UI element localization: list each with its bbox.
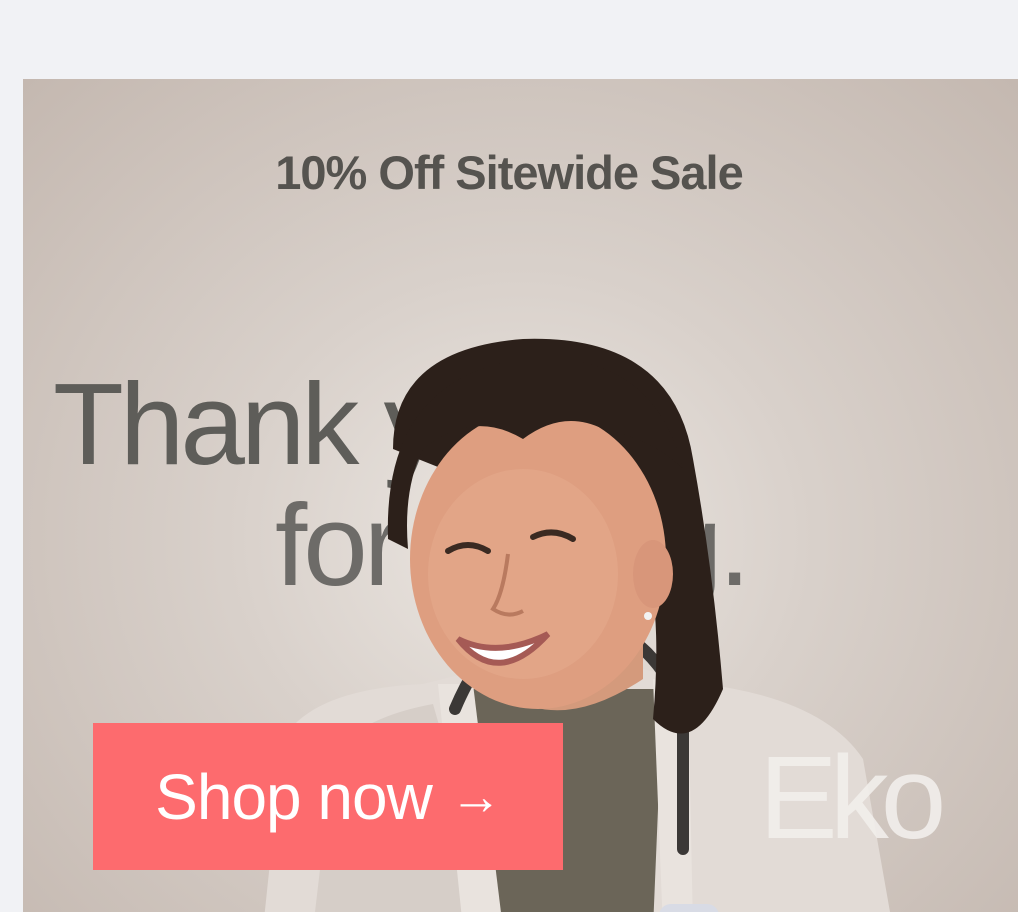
shop-now-label: Shop now xyxy=(155,760,433,833)
page: 10% Off Sitewide Sale Thank you for cari… xyxy=(0,0,1018,912)
shop-now-button[interactable]: Shop now → xyxy=(93,723,563,870)
sale-text: 10% Off Sitewide Sale xyxy=(275,146,743,199)
arrow-right-icon: → xyxy=(449,767,502,826)
eko-logo: Eko xyxy=(759,732,946,864)
sale-ad-banner[interactable]: 10% Off Sitewide Sale Thank you for cari… xyxy=(23,79,1018,912)
